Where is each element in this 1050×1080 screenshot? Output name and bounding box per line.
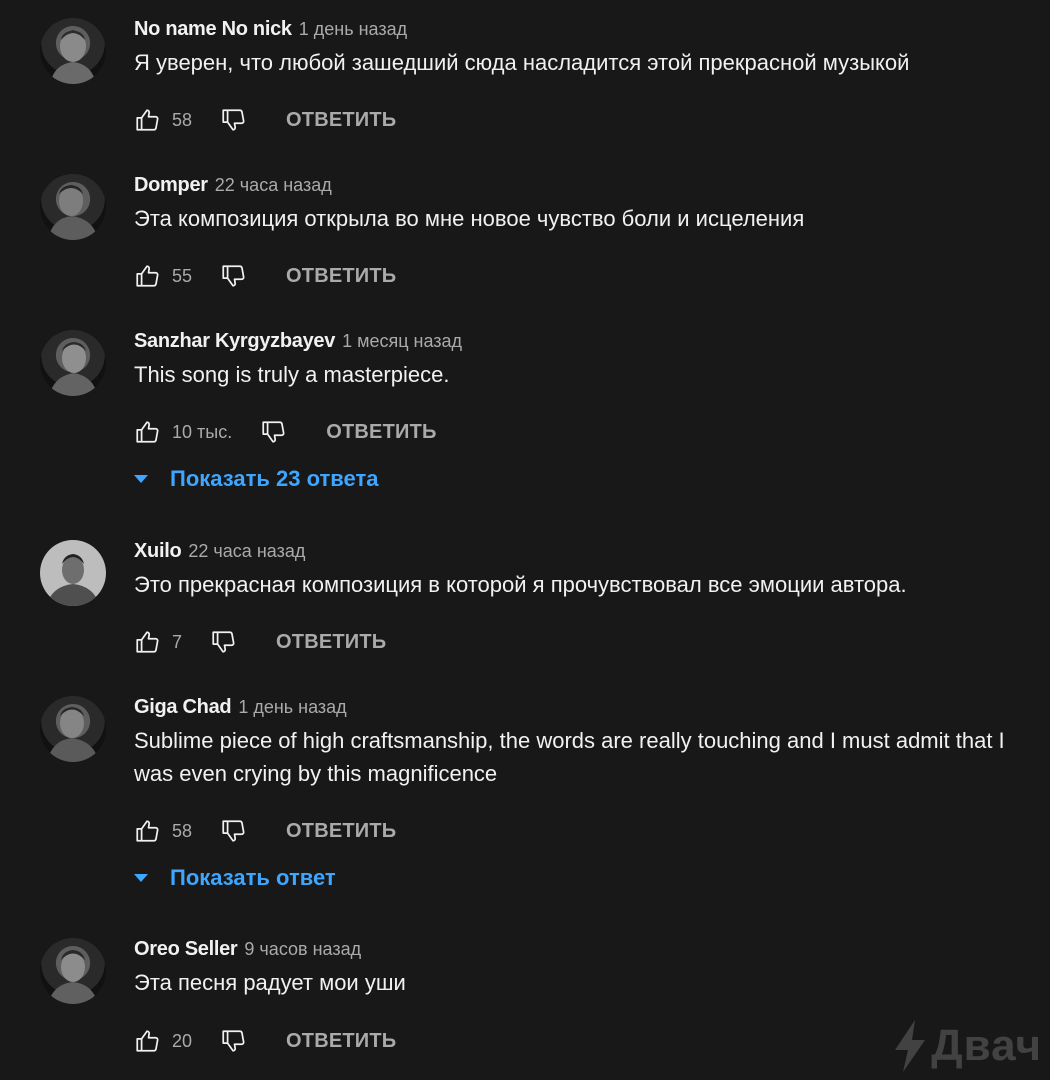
- comment-text: Я уверен, что любой зашедший сюда наслад…: [134, 50, 910, 75]
- thumbs-up-icon[interactable]: [134, 419, 160, 445]
- comment-actions: 55 ОТВЕТИТЬ: [134, 261, 396, 291]
- reply-button[interactable]: ОТВЕТИТЬ: [276, 631, 386, 654]
- like-count: 58: [172, 820, 193, 841]
- lightning-bolt-icon: [895, 1020, 926, 1072]
- avatar[interactable]: [40, 18, 106, 84]
- thumbs-down-icon[interactable]: [220, 818, 246, 844]
- comment-actions: 10 тыс. ОТВЕТИТЬ: [134, 417, 437, 447]
- thumbs-down-icon[interactable]: [260, 419, 286, 445]
- comment-author[interactable]: Giga Chad: [134, 696, 232, 719]
- thumbs-down-icon[interactable]: [220, 107, 246, 133]
- like-count: 7: [172, 631, 183, 652]
- thumbs-up-icon[interactable]: [134, 263, 160, 289]
- avatar[interactable]: [40, 540, 106, 606]
- show-replies-label: Показать ответ: [170, 865, 336, 890]
- comment-time[interactable]: 22 часа назад: [188, 541, 305, 562]
- watermark: Двач: [893, 1020, 1042, 1072]
- avatar[interactable]: [40, 696, 106, 762]
- caret-down-icon: [134, 874, 148, 882]
- comment-time[interactable]: 22 часа назад: [215, 175, 332, 196]
- comment-time[interactable]: 9 часов назад: [244, 939, 361, 960]
- comment-text: This song is truly a masterpiece.: [134, 362, 450, 387]
- comment-actions: 20 ОТВЕТИТЬ: [134, 1026, 396, 1056]
- like-count: 20: [172, 1030, 193, 1051]
- comment-time[interactable]: 1 месяц назад: [342, 331, 462, 352]
- reply-button[interactable]: ОТВЕТИТЬ: [286, 265, 396, 288]
- like-count: 58: [172, 109, 193, 130]
- comment-author[interactable]: No name No nick: [134, 18, 292, 41]
- thumbs-down-icon[interactable]: [220, 263, 246, 289]
- comment-actions: 7 ОТВЕТИТЬ: [134, 627, 386, 657]
- like-count: 55: [172, 265, 193, 286]
- comment-text: Sublime piece of high craftsmanship, the…: [134, 728, 1005, 786]
- reply-button[interactable]: ОТВЕТИТЬ: [326, 421, 436, 444]
- thumbs-up-icon[interactable]: [134, 629, 160, 655]
- comment-text: Это прекрасная композиция в которой я пр…: [134, 572, 907, 597]
- like-count: 10 тыс.: [172, 421, 233, 442]
- watermark-text: Двач: [931, 1021, 1042, 1070]
- show-replies-button[interactable]: Показать 23 ответа: [134, 464, 379, 494]
- thumbs-up-icon[interactable]: [134, 1028, 160, 1054]
- comment-text: Эта композиция открыла во мне новое чувс…: [134, 206, 805, 231]
- thumbs-up-icon[interactable]: [134, 107, 160, 133]
- reply-button[interactable]: ОТВЕТИТЬ: [286, 1030, 396, 1053]
- comment-author[interactable]: Xuilo: [134, 540, 182, 563]
- reply-button[interactable]: ОТВЕТИТЬ: [286, 820, 396, 843]
- comment-time[interactable]: 1 день назад: [299, 19, 407, 40]
- avatar[interactable]: [40, 938, 106, 1004]
- comment-actions: 58 ОТВЕТИТЬ: [134, 105, 396, 135]
- show-replies-button[interactable]: Показать ответ: [134, 863, 336, 893]
- reply-button[interactable]: ОТВЕТИТЬ: [286, 109, 396, 132]
- thumbs-down-icon[interactable]: [220, 1028, 246, 1054]
- comment-actions: 58 ОТВЕТИТЬ: [134, 816, 396, 846]
- comment-time[interactable]: 1 день назад: [238, 697, 346, 718]
- comment-author[interactable]: Sanzhar Kyrgyzbayev: [134, 330, 335, 353]
- thumbs-down-icon[interactable]: [210, 629, 236, 655]
- avatar[interactable]: [40, 174, 106, 240]
- comment-author[interactable]: Domper: [134, 174, 208, 197]
- avatar[interactable]: [40, 330, 106, 396]
- comment-text: Эта песня радует мои уши: [134, 970, 406, 995]
- thumbs-up-icon[interactable]: [134, 818, 160, 844]
- comment-author[interactable]: Oreo Seller: [134, 938, 238, 961]
- show-replies-label: Показать 23 ответа: [170, 466, 379, 491]
- caret-down-icon: [134, 475, 148, 483]
